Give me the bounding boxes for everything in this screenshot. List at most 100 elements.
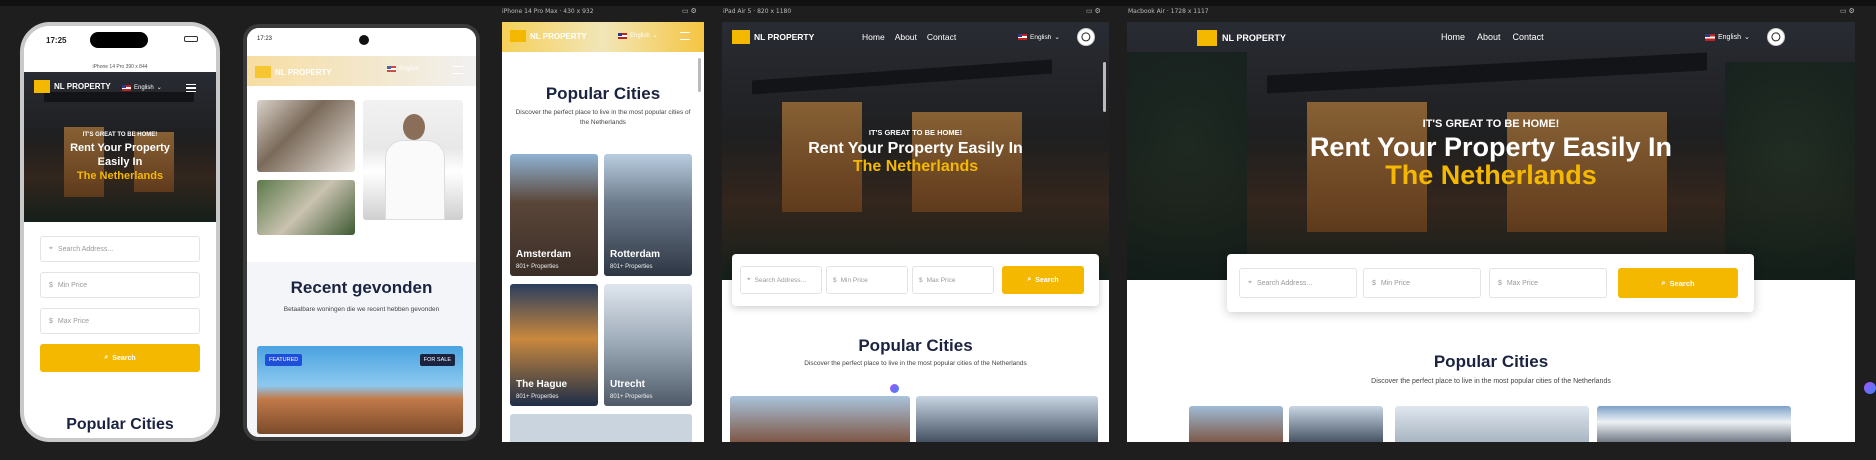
dollar-icon: $ (919, 276, 923, 284)
location-pin-icon: ⌖ (747, 276, 751, 283)
house-logo-icon (1197, 30, 1217, 46)
city-count: 801+ Properties (610, 394, 653, 400)
hero-title-line2: Easily In (97, 156, 143, 168)
floating-widget-icon[interactable] (890, 384, 899, 393)
chevron-down-icon: ⌄ (1054, 34, 1060, 41)
popular-cities-title: Popular Cities (66, 416, 174, 433)
city-card-partial-2[interactable] (1289, 406, 1383, 442)
nav-contact-link[interactable]: Contact (927, 32, 956, 42)
search-button[interactable]: ⌕ Search (1618, 268, 1738, 298)
hamburger-menu-icon[interactable] (453, 66, 463, 74)
brand-logo[interactable]: NL PROPERTY (34, 80, 111, 93)
language-selector[interactable]: English ⌄ (618, 32, 658, 39)
popular-cities-subtitle: Discover the perfect place to live in th… (1371, 378, 1611, 385)
brand-logo[interactable]: NL PROPERTY (1197, 30, 1286, 46)
nav-about-link[interactable]: About (895, 32, 917, 42)
user-avatar-icon[interactable] (1077, 28, 1095, 46)
dollar-icon: $ (1372, 279, 1376, 287)
brand-logo[interactable]: NL PROPERTY (732, 30, 814, 44)
max-price-input[interactable]: $ Max Price (40, 308, 200, 334)
header: NL PROPERTY English ⌄ (502, 22, 704, 52)
city-card-partial-1[interactable] (1189, 406, 1283, 442)
nav-home-link[interactable]: Home (1441, 32, 1465, 42)
iphone-14-pro-frame: 17:25 iPhone 14 Pro 390 x 844 NL PROPERT… (20, 22, 220, 442)
frame-controls[interactable]: ▭ ⚙ (1086, 7, 1101, 15)
dollar-icon: $ (49, 317, 53, 325)
featured-badge: FEATURED (265, 354, 303, 366)
popular-cities-title: Popular Cities (545, 84, 661, 103)
language-selector[interactable]: English ⌄ (1705, 33, 1750, 41)
hero-title: Rent Your Property Easily In (1309, 132, 1673, 162)
nav-contact-link[interactable]: Contact (1513, 32, 1544, 42)
main-nav: Home About Contact (1441, 32, 1544, 42)
iphone-14-pro-max-frame: NL PROPERTY English ⌄ Popular Cities Dis… (502, 22, 704, 442)
city-card-partial-2[interactable] (916, 396, 1098, 442)
city-card-partial-4[interactable] (1597, 406, 1791, 442)
city-card-partial-3[interactable] (1395, 406, 1589, 442)
camera-hole (359, 35, 369, 45)
us-flag-icon (387, 66, 396, 72)
scrollbar[interactable] (698, 58, 701, 92)
frame-controls[interactable]: ▭ ⚙ (1840, 7, 1855, 15)
city-card-partial-1[interactable] (730, 396, 910, 442)
workers-photo (257, 180, 355, 235)
search-address-input[interactable]: ⌖ Search Address... (740, 266, 822, 294)
min-price-input[interactable]: $ Min Price (826, 266, 908, 294)
nav-home-link[interactable]: Home (862, 32, 885, 42)
main-nav: Home About Contact (862, 32, 956, 42)
hero-tagline: IT'S GREAT TO BE HOME! (82, 132, 158, 138)
location-pin-icon: ⌖ (1248, 279, 1252, 286)
recent-title: Recent gevonden (290, 278, 433, 297)
dollar-icon: $ (1498, 279, 1502, 287)
frame-label: iPad Air 5 · 820 x 1180 (723, 8, 792, 15)
scrollbar[interactable] (1103, 62, 1106, 112)
search-address-input[interactable]: ⌖ Search Address... (1239, 268, 1357, 298)
floating-widget-icon[interactable] (1864, 382, 1876, 394)
nav-about-link[interactable]: About (1477, 32, 1501, 42)
max-price-input[interactable]: $ Max Price (1489, 268, 1607, 298)
dollar-icon: $ (833, 276, 837, 284)
hamburger-menu-icon[interactable] (680, 32, 690, 40)
for-sale-badge: FOR SALE (419, 354, 455, 366)
user-avatar-icon[interactable] (1767, 28, 1785, 46)
faded-header: NL PROPERTY English (247, 56, 476, 86)
hero-highlight: The Netherlands (1385, 160, 1597, 190)
hero-title-line1: Rent Your Property (70, 142, 170, 154)
house-logo-icon (255, 66, 271, 78)
city-card-the-hague[interactable]: The Hague 801+ Properties (510, 284, 598, 406)
language-selector[interactable]: English ⌄ (1018, 33, 1060, 41)
search-icon: ⌕ (104, 354, 109, 361)
ipad-air-frame: NL PROPERTY Home About Contact English ⌄… (722, 22, 1109, 442)
status-time: 17:23 (257, 36, 273, 42)
frame-label: Macbook Air · 1728 x 1117 (1128, 8, 1209, 15)
city-count: 801+ Properties (516, 394, 559, 400)
max-price-input[interactable]: $ Max Price (912, 266, 994, 294)
listing-image[interactable]: FEATURED FOR SALE (257, 346, 463, 434)
search-button[interactable]: ⌕ Search (40, 344, 200, 372)
brand-logo[interactable]: NL PROPERTY (255, 66, 332, 78)
hamburger-menu-icon[interactable] (186, 84, 196, 92)
city-card-amsterdam[interactable]: Amsterdam 801+ Properties (510, 154, 598, 276)
team-photo (257, 100, 355, 172)
city-card-utrecht[interactable]: Utrecht 801+ Properties (604, 284, 692, 406)
brand-logo[interactable]: NL PROPERTY (510, 30, 587, 42)
city-card-rotterdam[interactable]: Rotterdam 801+ Properties (604, 154, 692, 276)
popular-cities-title: Popular Cities (1433, 352, 1549, 371)
search-button[interactable]: ⌕ Search (1002, 266, 1084, 294)
hero-section: NL PROPERTY English ⌄ IT'S GREAT TO BE H… (24, 72, 216, 222)
frame-controls[interactable]: ▭ ⚙ (682, 7, 697, 15)
top-bar (0, 0, 1876, 6)
house-logo-icon (34, 80, 50, 93)
brand-name: NL PROPERTY (54, 82, 111, 91)
min-price-input[interactable]: $ Min Price (40, 272, 200, 298)
language-selector[interactable]: English (387, 66, 419, 72)
chevron-down-icon: ⌄ (156, 85, 162, 91)
search-address-input[interactable]: ⌖ Search Address... (40, 236, 200, 262)
us-flag-icon (1705, 33, 1715, 41)
language-selector[interactable]: English ⌄ (122, 84, 162, 91)
city-name: Utrecht (610, 379, 646, 390)
city-card-partial[interactable] (510, 414, 692, 442)
min-price-input[interactable]: $ Min Price (1363, 268, 1481, 298)
location-pin-icon: ⌖ (49, 245, 53, 252)
popular-cities-title: Popular Cities (858, 336, 973, 355)
